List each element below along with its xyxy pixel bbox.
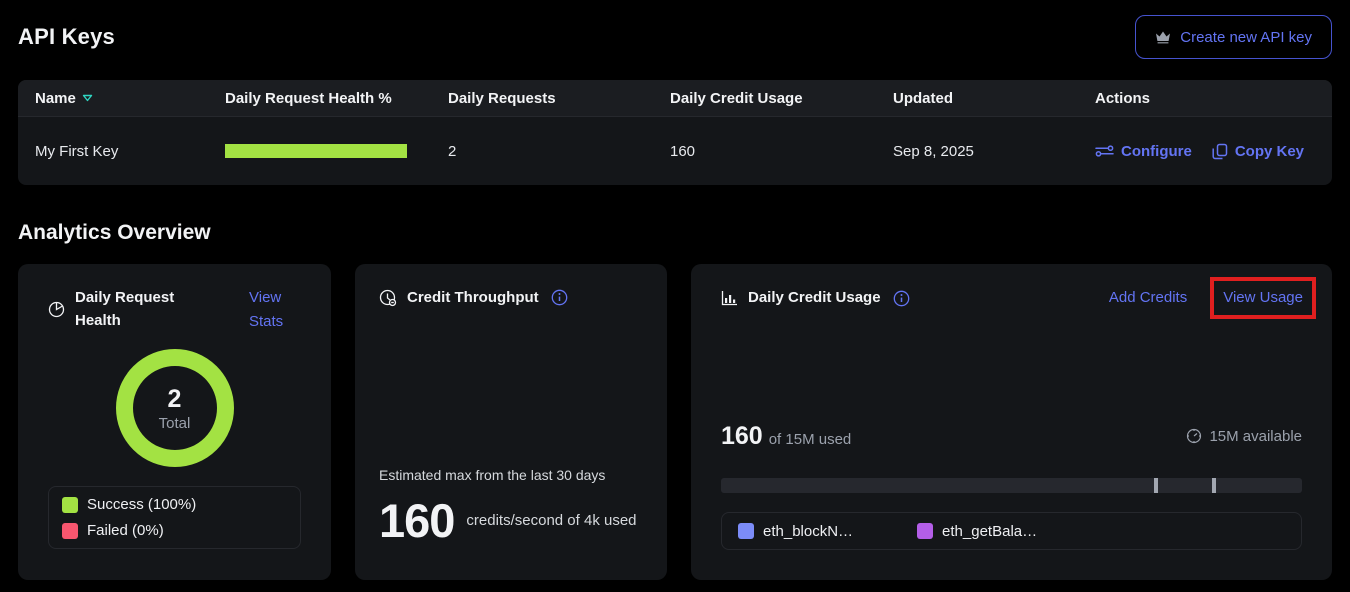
- pie-chart-icon: [48, 301, 65, 318]
- copy-key-button[interactable]: Copy Key: [1212, 143, 1304, 160]
- usage-legend: eth_blockN… eth_getBala…: [721, 512, 1302, 550]
- card-title-group: Daily Credit Usage: [721, 286, 881, 309]
- daily-requests-cell: 2: [448, 143, 670, 160]
- used-suffix: of 15M used: [769, 431, 852, 448]
- updated-cell: Sep 8, 2025: [893, 143, 1095, 160]
- column-header-name[interactable]: Name: [35, 90, 225, 107]
- configure-label: Configure: [1121, 143, 1192, 160]
- health-bar: [225, 144, 407, 158]
- info-circle-icon[interactable]: [551, 289, 568, 306]
- column-header-credit-usage[interactable]: Daily Credit Usage: [670, 90, 893, 107]
- legend-label: Success (100%): [87, 496, 196, 513]
- add-credits-link[interactable]: Add Credits: [1109, 286, 1187, 310]
- card-header: Daily Credit Usage Add Credits View Usag…: [721, 286, 1302, 310]
- legend-label: eth_getBala…: [942, 523, 1037, 540]
- usage-available: 15M available: [1186, 428, 1302, 445]
- progress-marker: [1212, 478, 1216, 493]
- column-label: Name: [35, 90, 76, 107]
- card-title: Daily Request Health: [75, 286, 195, 333]
- throughput-value: 160: [379, 493, 454, 548]
- daily-request-health-card: Daily Request Health View Stats 2 Total …: [18, 264, 331, 580]
- legend-item-failed: Failed (0%): [62, 522, 287, 539]
- card-title-group: Daily Request Health: [48, 286, 195, 333]
- page-title: API Keys: [18, 24, 115, 50]
- card-title: Credit Throughput: [407, 286, 539, 309]
- throughput-value-row: 160 credits/second of 4k used: [379, 493, 643, 548]
- series-blue-swatch: [738, 523, 754, 539]
- donut-total-label: Total: [159, 415, 191, 432]
- copy-key-label: Copy Key: [1235, 143, 1304, 160]
- bar-chart-icon: [721, 290, 738, 306]
- api-keys-table: Name Daily Request Health % Daily Reques…: [18, 80, 1332, 185]
- legend-label: Failed (0%): [87, 522, 164, 539]
- legend-item-eth-getbalance: eth_getBala…: [917, 523, 1037, 540]
- daily-credit-usage-card: Daily Credit Usage Add Credits View Usag…: [691, 264, 1332, 580]
- usage-summary-row: 160 of 15M used 15M available: [721, 422, 1302, 451]
- credit-throughput-card: Credit Throughput Estimated max from the…: [355, 264, 667, 580]
- legend-item-eth-blocknumber: eth_blockN…: [738, 523, 853, 540]
- progress-marker: [1154, 478, 1158, 493]
- analytics-title: Analytics Overview: [18, 221, 1332, 245]
- card-header: Credit Throughput: [379, 286, 643, 309]
- success-swatch: [62, 497, 78, 513]
- annotation-highlight-box: View Usage: [1210, 277, 1316, 319]
- throughput-unit: credits/second of 4k used: [466, 509, 636, 532]
- column-header-updated[interactable]: Updated: [893, 90, 1095, 107]
- credit-usage-progress-bar: [721, 478, 1302, 493]
- health-cell: [225, 144, 448, 158]
- legend-item-success: Success (100%): [62, 496, 287, 513]
- column-header-health[interactable]: Daily Request Health %: [225, 90, 448, 107]
- donut-total-value: 2: [168, 385, 182, 414]
- view-stats-link[interactable]: View Stats: [249, 286, 301, 334]
- column-header-requests[interactable]: Daily Requests: [448, 90, 670, 107]
- meter-icon: [1186, 428, 1202, 444]
- column-header-actions: Actions: [1095, 90, 1332, 107]
- gauge-icon: [379, 289, 397, 307]
- create-api-key-label: Create new API key: [1180, 29, 1312, 46]
- failed-swatch: [62, 523, 78, 539]
- card-title: Daily Credit Usage: [748, 286, 881, 309]
- view-usage-link[interactable]: View Usage: [1223, 289, 1303, 306]
- health-legend: Success (100%) Failed (0%): [48, 486, 301, 549]
- available-label: 15M available: [1209, 428, 1302, 445]
- sort-chevron-down-icon[interactable]: [82, 94, 93, 102]
- throughput-note: Estimated max from the last 30 days: [379, 467, 643, 483]
- copy-icon: [1212, 143, 1228, 160]
- key-name-cell: My First Key: [35, 143, 225, 160]
- daily-credit-usage-cell: 160: [670, 143, 893, 160]
- card-links: Add Credits View Usage: [1109, 286, 1302, 310]
- health-donut-chart: 2 Total: [116, 349, 234, 467]
- used-value: 160: [721, 422, 763, 450]
- topbar: API Keys Create new API key: [18, 15, 1332, 59]
- usage-used: 160 of 15M used: [721, 422, 851, 451]
- dashboard: API Keys Create new API key Name Daily R…: [0, 0, 1350, 592]
- info-circle-icon[interactable]: [893, 290, 910, 307]
- create-api-key-button[interactable]: Create new API key: [1135, 15, 1332, 59]
- configure-button[interactable]: Configure: [1095, 143, 1192, 160]
- sliders-icon: [1095, 144, 1114, 158]
- table-header: Name Daily Request Health % Daily Reques…: [18, 80, 1332, 117]
- legend-label: eth_blockN…: [763, 523, 853, 540]
- series-purple-swatch: [917, 523, 933, 539]
- crown-icon: [1155, 30, 1171, 44]
- card-header: Daily Request Health View Stats: [48, 286, 301, 334]
- card-title-group: Credit Throughput: [379, 286, 539, 309]
- table-row: My First Key 2 160 Sep 8, 2025 Configure: [18, 117, 1332, 185]
- analytics-cards: Daily Request Health View Stats 2 Total …: [18, 264, 1332, 580]
- actions-cell: Configure Copy Key: [1095, 143, 1332, 160]
